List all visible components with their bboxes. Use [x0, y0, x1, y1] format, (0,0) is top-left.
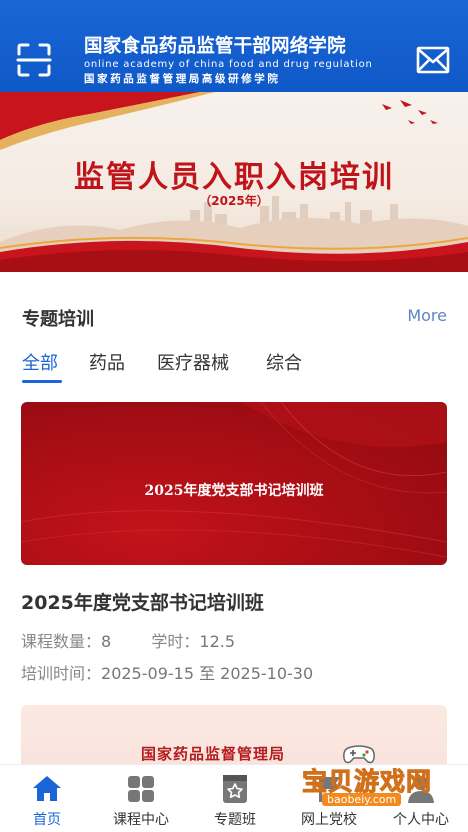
hours-label: 学时： — [151, 632, 200, 651]
tab-all[interactable]: 全部 — [22, 349, 58, 375]
training-time-row: 培训时间：2025-09-15 至 2025-10-30 — [21, 660, 313, 684]
message-button[interactable] — [416, 46, 450, 74]
scan-button[interactable] — [16, 42, 52, 78]
site-watermark: 宝贝游戏网 baobeiy.com — [292, 745, 442, 810]
nav-special-class[interactable]: 专题班 — [188, 765, 282, 832]
nav-online-party-school-label: 网上党校 — [301, 812, 357, 828]
banner-year: （2025年） — [199, 194, 269, 208]
star-box-icon — [223, 775, 247, 803]
promo-banner[interactable]: 监管人员入职入岗培训 （2025年） — [0, 92, 468, 272]
nav-course-center[interactable]: 课程中心 — [94, 765, 188, 832]
nav-home-label: 首页 — [33, 812, 61, 828]
nav-personal-center-label: 个人中心 — [393, 812, 449, 828]
grid-icon — [128, 776, 154, 802]
course-count-label: 课程数量： — [21, 632, 102, 651]
nav-home[interactable]: 首页 — [0, 765, 94, 832]
home-icon — [33, 776, 61, 801]
section-title: 专题培训 — [22, 309, 94, 330]
course-card-image[interactable]: 2025年度党支部书记培训班 — [21, 402, 447, 565]
tab-drugs[interactable]: 药品 — [89, 349, 125, 375]
more-link[interactable]: More — [407, 306, 447, 325]
hours-value: 12.5 — [199, 632, 236, 651]
tab-medical-devices[interactable]: 医疗器械 — [157, 349, 229, 375]
watermark-url: baobeiy.com — [322, 793, 402, 806]
nav-special-class-label: 专题班 — [214, 812, 256, 828]
academy-title-cn: 国家食品药品监管干部网络学院 — [84, 36, 346, 57]
tab-general[interactable]: 综合 — [266, 349, 302, 375]
mail-icon — [416, 46, 450, 74]
course-card-image-text: 2025年度党支部书记培训班 — [144, 483, 324, 499]
academy-subtitle-cn: 国家药品监督管理局高级研修学院 — [84, 73, 281, 85]
training-time-label: 培训时间： — [21, 664, 102, 683]
banner-title: 监管人员入职入岗培训 — [74, 160, 394, 195]
course-count: 8 — [101, 632, 112, 651]
active-tab-indicator — [22, 380, 62, 383]
academy-title-en: online academy of china food and drug re… — [84, 59, 373, 70]
scan-icon — [16, 43, 52, 77]
academy-titles: 国家食品药品监管干部网络学院 online academy of china f… — [84, 37, 384, 86]
app-header: 国家食品药品监管干部网络学院 online academy of china f… — [0, 0, 468, 92]
nav-course-center-label: 课程中心 — [113, 812, 169, 828]
course-title[interactable]: 2025年度党支部书记培训班 — [21, 588, 264, 615]
course-card-2-image-text: 国家药品监督管理局 — [141, 745, 286, 763]
course-meta-row: 课程数量：8 学时：12.5 — [21, 628, 235, 652]
training-time-range: 2025-09-15 至 2025-10-30 — [101, 664, 314, 683]
